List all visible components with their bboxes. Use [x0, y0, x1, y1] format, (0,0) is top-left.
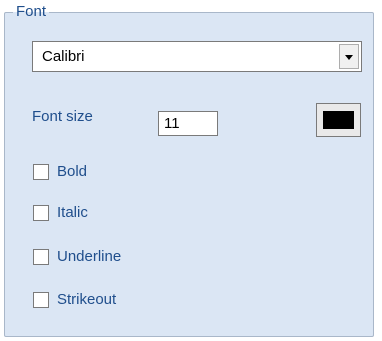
chevron-down-icon[interactable] [339, 44, 359, 69]
italic-label[interactable]: Italic [57, 204, 88, 222]
italic-checkbox[interactable] [33, 205, 49, 221]
strikeout-option[interactable]: Strikeout [33, 291, 173, 311]
underline-option[interactable]: Underline [33, 248, 173, 268]
strikeout-label[interactable]: Strikeout [57, 291, 116, 309]
font-size-label: Font size [32, 108, 93, 125]
bold-label[interactable]: Bold [57, 163, 87, 181]
underline-checkbox[interactable] [33, 249, 49, 265]
font-group-title: Font [13, 3, 50, 21]
bold-checkbox[interactable] [33, 164, 49, 180]
underline-label[interactable]: Underline [57, 248, 121, 266]
font-color-button[interactable] [316, 103, 361, 137]
italic-option[interactable]: Italic [33, 204, 153, 224]
strikeout-checkbox[interactable] [33, 292, 49, 308]
bold-option[interactable]: Bold [33, 163, 153, 183]
font-family-value: Calibri [42, 48, 85, 65]
font-size-input[interactable] [158, 111, 218, 136]
font-settings-panel: Font Calibri Font size Bold Italic Under… [0, 0, 382, 341]
font-family-dropdown[interactable]: Calibri [32, 41, 362, 72]
color-swatch [323, 111, 354, 129]
